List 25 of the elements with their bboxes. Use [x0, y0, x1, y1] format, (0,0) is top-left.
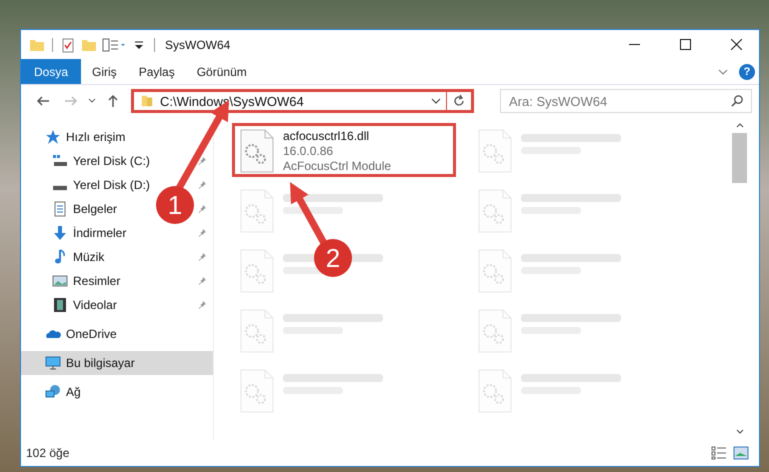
nav-item[interactable]: Yerel Disk (D:) [21, 173, 154, 197]
nav-item[interactable]: Hızlı erişim [21, 125, 130, 149]
help-button[interactable]: ? [739, 64, 755, 80]
nav-item[interactable]: Videolar [21, 293, 121, 317]
item-count: 102 öğe [26, 446, 70, 460]
search-field[interactable]: Ara: SysWOW64 [500, 89, 752, 113]
nav-item[interactable]: Ağ [21, 380, 85, 404]
file-description: AcFocusCtrl Module [283, 159, 392, 174]
file-tab[interactable]: Dosya [21, 59, 82, 84]
nav-item[interactable]: İndirmeler [21, 221, 130, 245]
nav-item[interactable]: Yerel Disk (C:) [21, 149, 154, 173]
nav-item[interactable]: OneDrive [21, 322, 121, 346]
ribbon-tab[interactable]: Görünüm [186, 59, 258, 84]
nav-item[interactable]: Belgeler [21, 197, 122, 221]
address-bar[interactable]: C:\Windows\SysWOW64 [131, 89, 474, 113]
nav-item[interactable]: Resimler [21, 269, 124, 293]
ribbon-tab[interactable]: Giriş [81, 59, 128, 84]
ribbon-tab[interactable]: Paylaş [128, 59, 186, 84]
address-path: C:\Windows\SysWOW64 [160, 94, 305, 108]
highlighted-file-tile[interactable]: acfocusctrl16.dll 16.0.0.86 AcFocusCtrl Module [232, 123, 456, 177]
nav-item[interactable]: Bu bilgisayar [21, 351, 213, 375]
file-version: 16.0.0.86 [283, 144, 334, 159]
file-name: acfocusctrl16.dll [283, 129, 370, 144]
nav-item[interactable]: Müzik [21, 245, 108, 269]
window-title: SysWOW64 [165, 38, 230, 52]
